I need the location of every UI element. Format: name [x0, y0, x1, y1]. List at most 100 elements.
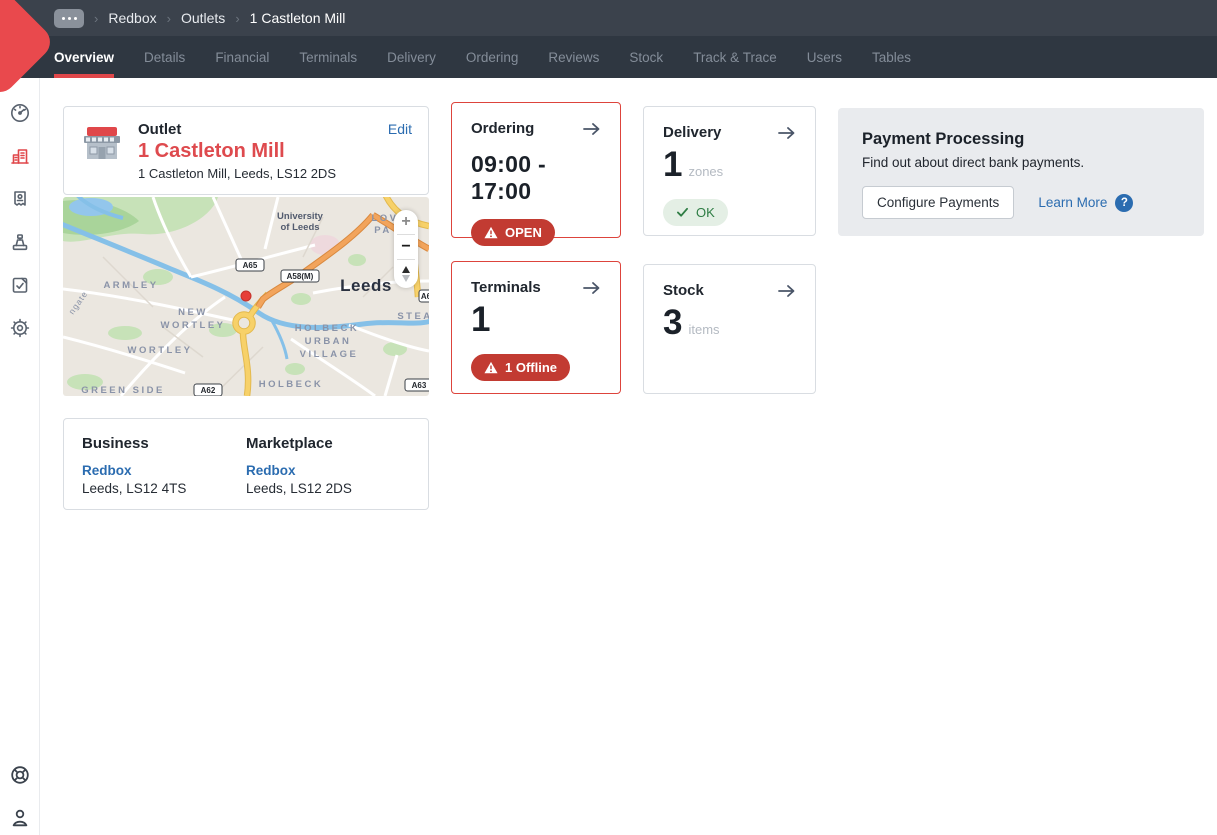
map-label-university: University	[277, 211, 324, 222]
map-compass-button[interactable]	[394, 260, 418, 288]
dashboard-gauge-icon[interactable]	[9, 102, 31, 124]
storefront-icon	[80, 121, 124, 165]
svg-text:of Leeds: of Leeds	[280, 222, 319, 233]
svg-text:WORTLEY: WORTLEY	[161, 320, 226, 331]
map-marker-icon	[241, 291, 251, 301]
compass-north-icon	[402, 266, 410, 273]
ordering-status-badge: OPEN	[471, 219, 555, 246]
ordering-card[interactable]: Ordering 09:00 - 17:00 OPEN	[451, 102, 621, 238]
tab-stock[interactable]: Stock	[629, 36, 663, 78]
map-label-armley: ARMLEY	[103, 280, 158, 291]
map-zoom-in-button[interactable]: +	[394, 210, 418, 234]
marketplace-link[interactable]: Redbox	[246, 463, 410, 478]
till-register-icon[interactable]	[9, 231, 31, 253]
ordering-title: Ordering	[471, 120, 534, 137]
stock-count: 3	[663, 303, 682, 343]
ordering-hours: 09:00 - 17:00	[471, 151, 601, 205]
svg-text:A65: A65	[243, 261, 258, 270]
arrow-right-icon[interactable]	[583, 281, 601, 295]
warning-icon	[484, 361, 498, 374]
tab-track-and-trace[interactable]: Track & Trace	[693, 36, 777, 78]
delivery-title: Delivery	[663, 124, 721, 141]
outlet-label: Outlet	[138, 121, 336, 138]
icon-sidebar	[0, 78, 40, 835]
check-icon	[676, 207, 689, 218]
outlet-location-map[interactable]: A65 A58(M) A62 A63 A6	[63, 197, 429, 396]
map-label-wortley: WORTLEY	[128, 345, 193, 356]
road-shield-a63: A63	[405, 379, 429, 391]
stock-unit: items	[688, 322, 719, 337]
tab-ordering[interactable]: Ordering	[466, 36, 519, 78]
delivery-card[interactable]: Delivery 1 zones OK	[643, 106, 816, 236]
stock-package-icon[interactable]	[9, 274, 31, 296]
ellipsis-menu-button[interactable]	[54, 9, 84, 28]
outlet-name: 1 Castleton Mill	[138, 140, 336, 163]
support-lifering-icon[interactable]	[9, 764, 31, 786]
business-section: Business Redbox Leeds, LS12 4TS	[82, 435, 246, 493]
map-zoom-out-button[interactable]: −	[394, 235, 418, 259]
help-icon[interactable]: ?	[1115, 194, 1133, 212]
chevron-right-icon: ›	[167, 11, 171, 26]
delivery-status-badge: OK	[663, 199, 728, 226]
receipt-icon[interactable]	[9, 188, 31, 210]
breadcrumb-item-current[interactable]: 1 Castleton Mill	[250, 10, 346, 26]
map-label-holbeck: HOLBECK	[259, 379, 323, 390]
configure-payments-button[interactable]: Configure Payments	[862, 186, 1014, 219]
chevron-right-icon: ›	[235, 11, 239, 26]
road-shield-a62: A62	[194, 384, 222, 396]
business-title: Business	[82, 435, 246, 452]
svg-text:VILLAGE: VILLAGE	[300, 349, 359, 360]
business-marketplace-card: Business Redbox Leeds, LS12 4TS Marketpl…	[63, 418, 429, 510]
terminals-count: 1	[471, 300, 490, 340]
map-label-steander: STEA	[397, 311, 429, 322]
svg-text:A62: A62	[201, 386, 216, 395]
main-content: Outlet 1 Castleton Mill 1 Castleton Mill…	[40, 78, 1217, 835]
delivery-unit: zones	[688, 164, 723, 179]
svg-text:PA: PA	[374, 225, 392, 236]
stock-card[interactable]: Stock 3 items	[643, 264, 816, 394]
map-controls: + −	[394, 210, 418, 288]
tab-list: Overview Details Financial Terminals Del…	[54, 36, 911, 78]
tab-financial[interactable]: Financial	[215, 36, 269, 78]
map-label-green-side: GREEN SIDE	[81, 385, 165, 396]
learn-more-link[interactable]: Learn More	[1038, 195, 1107, 210]
tab-terminals[interactable]: Terminals	[299, 36, 357, 78]
outlet-summary-card: Outlet 1 Castleton Mill 1 Castleton Mill…	[63, 106, 429, 195]
svg-text:A6: A6	[421, 292, 429, 301]
breadcrumb: › Redbox › Outlets › 1 Castleton Mill	[54, 0, 345, 36]
settings-gear-icon[interactable]	[9, 317, 31, 339]
account-person-icon[interactable]	[9, 807, 31, 829]
payment-description: Find out about direct bank payments.	[862, 155, 1180, 170]
marketplace-title: Marketplace	[246, 435, 410, 452]
tab-tables[interactable]: Tables	[872, 36, 911, 78]
arrow-right-icon[interactable]	[778, 126, 796, 140]
arrow-right-icon[interactable]	[778, 284, 796, 298]
app-window: › Redbox › Outlets › 1 Castleton Mill Ov…	[0, 0, 1217, 835]
warning-icon	[484, 226, 498, 239]
payment-processing-panel: Payment Processing Find out about direct…	[838, 108, 1204, 236]
stock-title: Stock	[663, 282, 704, 299]
terminals-card[interactable]: Terminals 1 1 Offline	[451, 261, 621, 394]
breadcrumb-item-outlets[interactable]: Outlets	[181, 10, 225, 26]
tab-reviews[interactable]: Reviews	[548, 36, 599, 78]
tab-details[interactable]: Details	[144, 36, 185, 78]
compass-south-icon	[402, 275, 410, 282]
svg-text:A58(M): A58(M)	[287, 272, 314, 281]
road-shield-a65: A65	[236, 259, 264, 271]
road-shield-a58m: A58(M)	[281, 270, 319, 282]
marketplace-section: Marketplace Redbox Leeds, LS12 2DS	[246, 435, 410, 493]
tab-users[interactable]: Users	[807, 36, 842, 78]
road-shield-a6-partial: A6	[419, 290, 429, 302]
svg-text:URBAN: URBAN	[305, 336, 352, 347]
breadcrumb-item-redbox[interactable]: Redbox	[108, 10, 156, 26]
delivery-count: 1	[663, 145, 682, 185]
tab-delivery[interactable]: Delivery	[387, 36, 436, 78]
outlet-address: 1 Castleton Mill, Leeds, LS12 2DS	[138, 166, 336, 181]
edit-outlet-link[interactable]: Edit	[388, 121, 412, 137]
business-link[interactable]: Redbox	[82, 463, 246, 478]
map-label-holbeck-urban: HOLBECK	[295, 323, 359, 334]
marketplace-address: Leeds, LS12 2DS	[246, 481, 410, 496]
terminals-status-badge: 1 Offline	[471, 354, 570, 381]
outlets-buildings-icon[interactable]	[9, 145, 31, 167]
arrow-right-icon[interactable]	[583, 122, 601, 136]
